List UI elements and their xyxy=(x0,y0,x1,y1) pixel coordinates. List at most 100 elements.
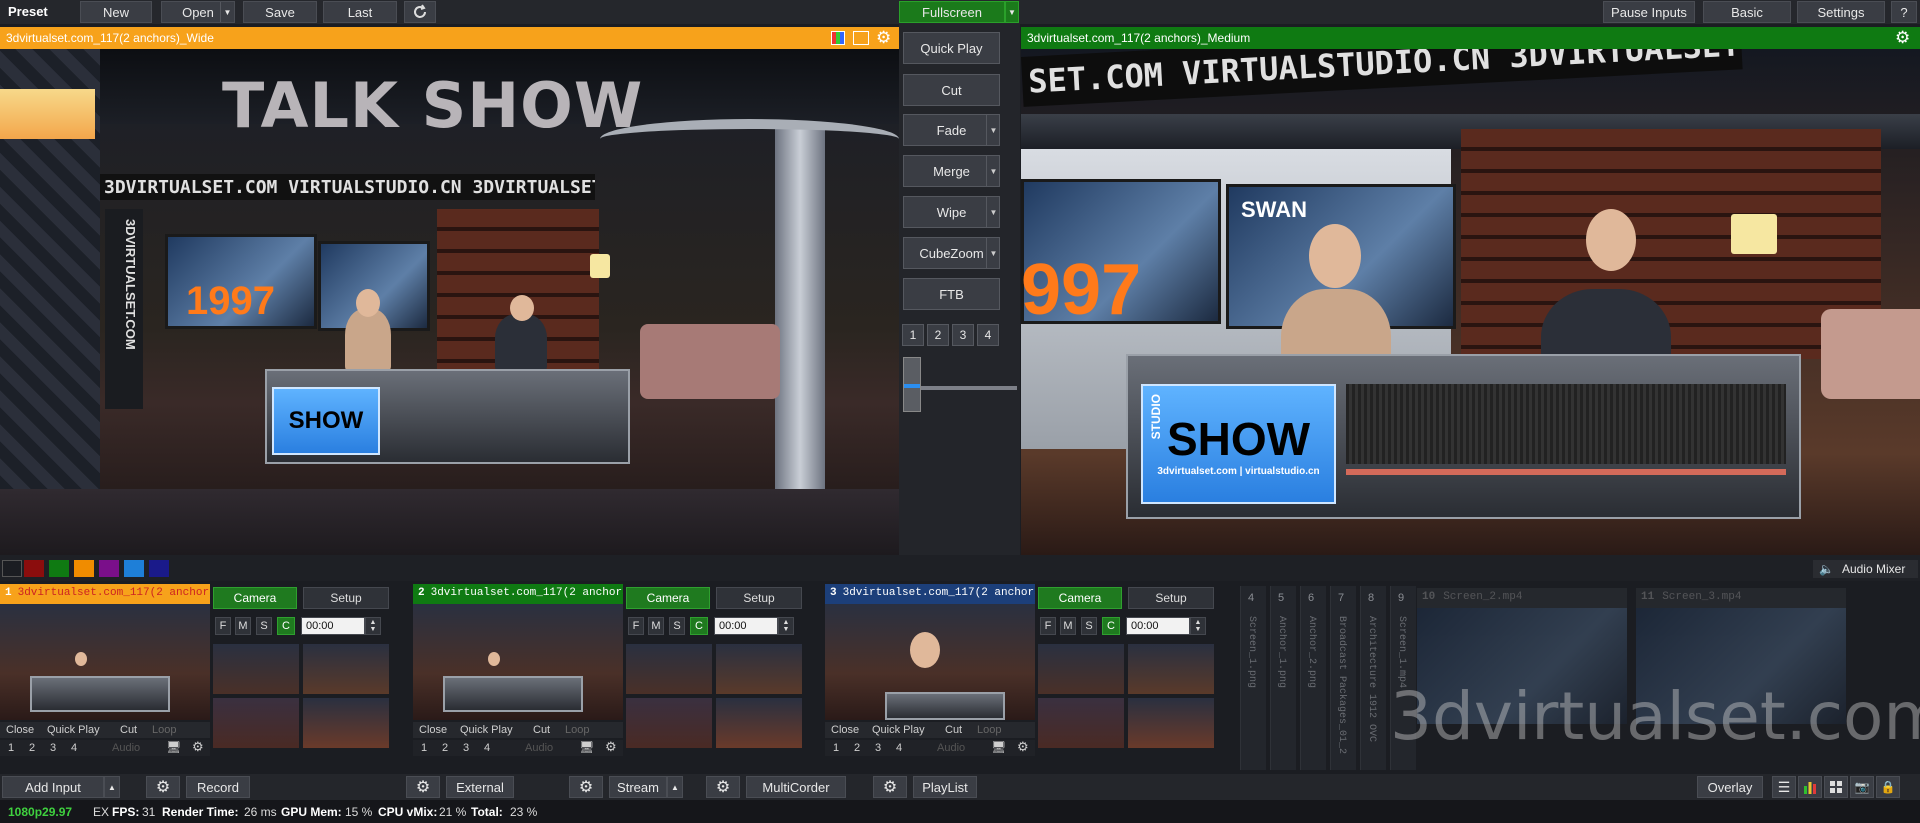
output-gear-icon[interactable]: ⚙ xyxy=(1895,28,1910,48)
input-title-bar[interactable]: 2 3dvirtualset.com_117(2 anchors)_Medium xyxy=(413,584,623,604)
camera-preset-4[interactable] xyxy=(1128,698,1214,748)
collapsed-input[interactable]: 8 Architecture 1912 OVC xyxy=(1360,586,1386,770)
frame-button[interactable]: F xyxy=(628,617,644,635)
stream-button[interactable]: Stream xyxy=(609,776,667,798)
setup-button[interactable]: Setup xyxy=(1128,587,1214,609)
camera-preset-1[interactable] xyxy=(213,644,299,694)
color-tag-purple[interactable] xyxy=(99,560,119,577)
refresh-icon[interactable] xyxy=(404,1,436,23)
input-thumbnail[interactable] xyxy=(413,604,623,720)
mute-button[interactable]: M xyxy=(1060,617,1076,635)
fullscreen-dropdown-arrow-icon[interactable]: ▼ xyxy=(1005,1,1019,23)
time-input[interactable]: 00:00 xyxy=(1126,617,1190,635)
preview-video[interactable]: TALK SHOW 3DVIRTUALSET.COM VIRTUALSTUDIO… xyxy=(0,49,899,555)
input-gear-icon[interactable]: ⚙ xyxy=(605,739,617,755)
input-cut-button[interactable]: Cut xyxy=(945,724,962,736)
c-button[interactable]: C xyxy=(690,617,708,635)
close-input-button[interactable]: Close xyxy=(831,724,859,736)
window-icon[interactable] xyxy=(853,31,869,45)
input-quick-play-button[interactable]: Quick Play xyxy=(460,724,513,736)
solo-button[interactable]: S xyxy=(1081,617,1097,635)
overlay-2-button[interactable]: 2 xyxy=(29,742,35,754)
input-title-bar[interactable]: 1 3dvirtualset.com_117(2 anchors)_Wide xyxy=(0,584,210,604)
overlay-2-button[interactable]: 2 xyxy=(442,742,448,754)
open-preset-button[interactable]: Open ▼ xyxy=(161,1,235,23)
snapshot-camera-icon[interactable]: 📷 xyxy=(1850,776,1874,798)
input-gear-icon[interactable]: ⚙ xyxy=(1017,739,1029,755)
add-input-dropdown-arrow-icon[interactable]: ▲ xyxy=(104,776,120,798)
cubezoom-dropdown-arrow-icon[interactable]: ▼ xyxy=(986,237,1000,269)
camera-preset-1[interactable] xyxy=(1038,644,1124,694)
stream-dropdown-arrow-icon[interactable]: ▲ xyxy=(667,776,683,798)
stream-gear-icon[interactable]: ⚙ xyxy=(569,776,603,798)
save-preset-button[interactable]: Save xyxy=(243,1,317,23)
camera-preset-2[interactable] xyxy=(716,644,802,694)
solo-button[interactable]: S xyxy=(256,617,272,635)
color-tag-orange[interactable] xyxy=(74,560,94,577)
external-button[interactable]: External xyxy=(446,776,514,798)
open-dropdown-arrow-icon[interactable]: ▼ xyxy=(220,2,234,22)
color-tag-green[interactable] xyxy=(49,560,69,577)
time-stepper-icon[interactable]: ▲ ▼ xyxy=(365,617,381,635)
input-title-bar[interactable]: 3 3dvirtualset.com_117(2 anchors)_Closeup xyxy=(825,584,1035,604)
mute-button[interactable]: M xyxy=(648,617,664,635)
input-thumbnail[interactable] xyxy=(825,604,1035,720)
mute-button[interactable]: M xyxy=(235,617,251,635)
camera-preset-4[interactable] xyxy=(303,698,389,748)
output-video[interactable]: SET.COM VIRTUALSTUDIO.CN 3DVIRTUALSET.NE… xyxy=(1021,49,1920,555)
time-input[interactable]: 00:00 xyxy=(714,617,778,635)
record-gear-icon[interactable]: ⚙ xyxy=(146,776,180,798)
transition-1-button[interactable]: 1 xyxy=(902,324,924,346)
overlay-2-button[interactable]: 2 xyxy=(854,742,860,754)
loop-button[interactable]: Loop xyxy=(565,724,589,736)
input-quick-play-button[interactable]: Quick Play xyxy=(47,724,100,736)
input-thumbnail[interactable] xyxy=(0,604,210,720)
monitor-icon[interactable]: 🖥 xyxy=(166,740,181,754)
input-cut-button[interactable]: Cut xyxy=(533,724,550,736)
audio-levels-icon[interactable] xyxy=(1798,776,1822,798)
transition-4-button[interactable]: 4 xyxy=(977,324,999,346)
camera-preset-4[interactable] xyxy=(716,698,802,748)
cut-button[interactable]: Cut xyxy=(903,74,1000,106)
setup-button[interactable]: Setup xyxy=(716,587,802,609)
color-tag-blue[interactable] xyxy=(124,560,144,577)
add-input-button[interactable]: Add Input xyxy=(2,776,104,798)
camera-button[interactable]: Camera xyxy=(626,587,710,609)
input-quick-play-button[interactable]: Quick Play xyxy=(872,724,925,736)
color-tag-red[interactable] xyxy=(24,560,44,577)
overlay-1-button[interactable]: 1 xyxy=(8,742,14,754)
playlist-button[interactable]: PlayList xyxy=(913,776,977,798)
overlay-3-button[interactable]: 3 xyxy=(463,742,469,754)
color-tag-none[interactable] xyxy=(2,560,22,577)
loop-button[interactable]: Loop xyxy=(977,724,1001,736)
camera-preset-3[interactable] xyxy=(1038,698,1124,748)
camera-preset-1[interactable] xyxy=(626,644,712,694)
settings-button[interactable]: Settings xyxy=(1797,1,1885,23)
input-cut-button[interactable]: Cut xyxy=(120,724,137,736)
audio-button[interactable]: Audio xyxy=(112,742,140,754)
audio-button[interactable]: Audio xyxy=(937,742,965,754)
overlay-4-button[interactable]: 4 xyxy=(484,742,490,754)
collapsed-input[interactable]: 5 Anchor_1.png xyxy=(1270,586,1296,770)
monitor-icon[interactable]: 🖥 xyxy=(579,740,594,754)
fullscreen-button[interactable]: Fullscreen xyxy=(899,1,1005,23)
camera-preset-2[interactable] xyxy=(303,644,389,694)
camera-preset-3[interactable] xyxy=(213,698,299,748)
t-bar-handle[interactable] xyxy=(903,357,921,412)
time-input[interactable]: 00:00 xyxy=(301,617,365,635)
overlay-4-button[interactable]: 4 xyxy=(896,742,902,754)
overlay-3-button[interactable]: 3 xyxy=(875,742,881,754)
frame-button[interactable]: F xyxy=(215,617,231,635)
input-gear-icon[interactable]: ⚙ xyxy=(192,739,204,755)
time-stepper-icon[interactable]: ▲ ▼ xyxy=(778,617,794,635)
overlay-1-button[interactable]: 1 xyxy=(833,742,839,754)
overlay-4-button[interactable]: 4 xyxy=(71,742,77,754)
camera-preset-3[interactable] xyxy=(626,698,712,748)
setup-button[interactable]: Setup xyxy=(303,587,389,609)
solo-button[interactable]: S xyxy=(669,617,685,635)
collapsed-input[interactable]: 7 Broadcast Packages_01_2 xyxy=(1330,586,1356,770)
record-button[interactable]: Record xyxy=(186,776,250,798)
help-button[interactable]: ? xyxy=(1891,1,1917,23)
close-input-button[interactable]: Close xyxy=(6,724,34,736)
c-button[interactable]: C xyxy=(1102,617,1120,635)
